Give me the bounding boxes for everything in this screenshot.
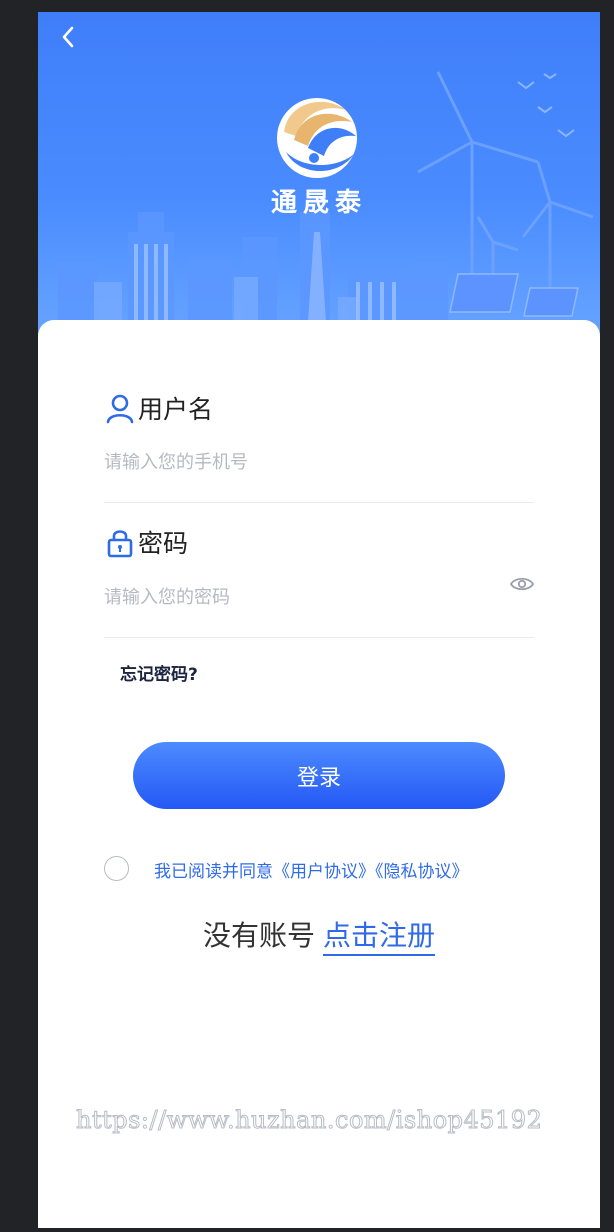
lock-icon	[107, 530, 133, 558]
privacy-policy-link[interactable]: 《隐私协议》	[375, 862, 469, 882]
username-divider	[104, 502, 534, 503]
agreement-checkbox[interactable]	[104, 856, 129, 881]
password-input[interactable]	[104, 577, 504, 617]
login-button[interactable]: 登录	[133, 742, 505, 809]
username-label-text: 用户名	[138, 395, 214, 424]
brand-logo-icon	[277, 98, 357, 178]
password-divider	[104, 637, 534, 638]
brand-name: 通晟泰	[270, 188, 367, 218]
user-icon	[106, 394, 134, 424]
password-label: 密码	[104, 524, 188, 560]
username-label: 用户名	[104, 390, 213, 426]
hero-banner: 通晟泰	[38, 12, 600, 352]
user-agreement-link[interactable]: 《用户协议》	[273, 862, 375, 882]
back-button[interactable]	[54, 22, 84, 52]
login-card: 用户名 密码 忘记密码? 登录 我已阅读并同意《用户协议》《隐私协议》 没有账号…	[38, 320, 600, 1228]
agreement-prefix: 我已阅读并同意	[154, 862, 273, 882]
chevron-left-icon	[62, 26, 74, 48]
register-link[interactable]: 点击注册	[323, 919, 436, 956]
app-screen: 通晟泰 用户名 密码 忘记密码? 登录 我已阅读并同意《用户	[38, 12, 600, 1228]
password-label-text: 密码	[138, 529, 189, 558]
register-prompt: 没有账号	[202, 919, 315, 952]
register-row: 没有账号 点击注册	[38, 914, 600, 956]
username-input[interactable]	[104, 442, 534, 482]
agreement-text: 我已阅读并同意《用户协议》《隐私协议》	[154, 857, 469, 882]
forgot-password-link[interactable]: 忘记密码?	[120, 660, 198, 685]
watermark-text: https://www.huzhan.com/ishop45192	[75, 1106, 543, 1135]
eye-icon[interactable]	[510, 575, 534, 593]
